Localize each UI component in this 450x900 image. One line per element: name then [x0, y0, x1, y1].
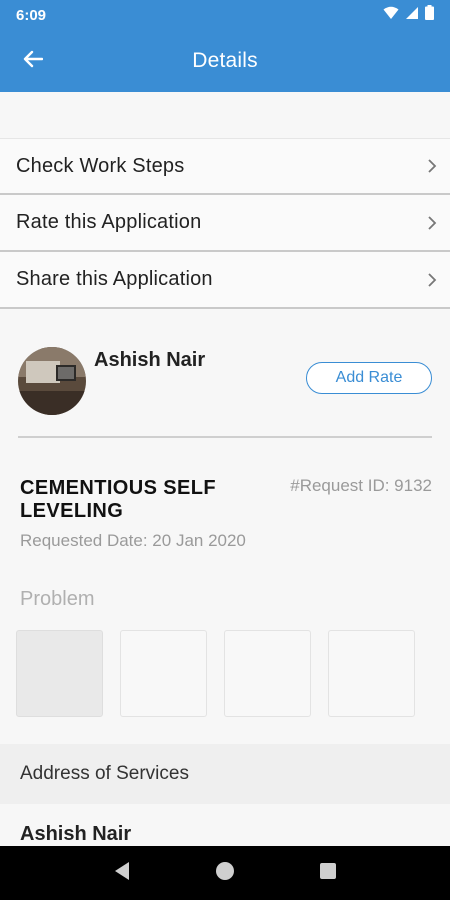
menu-item-rate-application[interactable]: Rate this Application — [0, 195, 450, 252]
chevron-right-icon — [424, 158, 440, 174]
problem-image-thumbnail[interactable] — [224, 630, 311, 717]
nav-back-button[interactable] — [107, 858, 137, 888]
request-title: CEMENTIOUS SELF LEVELING — [20, 477, 217, 522]
menu-item-label: Share this Application — [16, 268, 213, 290]
avatar — [18, 347, 86, 415]
menu-item-share-application[interactable]: Share this Application — [0, 252, 450, 309]
wifi-icon — [383, 6, 399, 25]
requested-date: Requested Date: 20 Jan 2020 — [20, 531, 246, 550]
chevron-right-icon — [424, 272, 440, 288]
problem-label: Problem — [20, 588, 95, 610]
menu-list: Check Work Steps Rate this Application S… — [0, 138, 450, 309]
status-time: 6:09 — [16, 6, 47, 24]
nav-home-button[interactable] — [210, 858, 240, 888]
add-rate-button[interactable]: Add Rate — [306, 362, 432, 394]
cell-signal-icon — [405, 6, 419, 25]
square-recents-icon — [319, 862, 337, 885]
request-id: #Request ID: 9132 — [290, 476, 432, 495]
profile-row: Ashish Nair Add Rate — [0, 333, 450, 423]
menu-item-label: Rate this Application — [16, 211, 202, 233]
battery-icon — [425, 5, 434, 25]
menu-item-label: Check Work Steps — [16, 154, 185, 177]
status-bar: 6:09 — [0, 0, 450, 30]
page-title: Details — [192, 49, 258, 72]
system-nav-bar — [0, 846, 450, 900]
back-button[interactable] — [20, 48, 46, 74]
address-name: Ashish Nair — [20, 823, 132, 845]
arrow-left-icon — [23, 50, 44, 73]
address-header: Address of Services — [0, 744, 450, 804]
triangle-back-icon — [113, 861, 131, 886]
problem-image-thumbnail[interactable] — [120, 630, 207, 717]
circle-home-icon — [215, 861, 235, 886]
divider — [18, 436, 432, 438]
chevron-right-icon — [424, 215, 440, 231]
profile-name: Ashish Nair — [94, 349, 206, 371]
status-icons — [383, 5, 434, 25]
app-bar: Details — [0, 30, 450, 92]
problem-image-thumbnail[interactable] — [16, 630, 103, 717]
problem-image-thumbnail[interactable] — [328, 630, 415, 717]
menu-item-check-work-steps[interactable]: Check Work Steps — [0, 138, 450, 195]
nav-recents-button[interactable] — [313, 858, 343, 888]
problem-images — [16, 630, 415, 717]
